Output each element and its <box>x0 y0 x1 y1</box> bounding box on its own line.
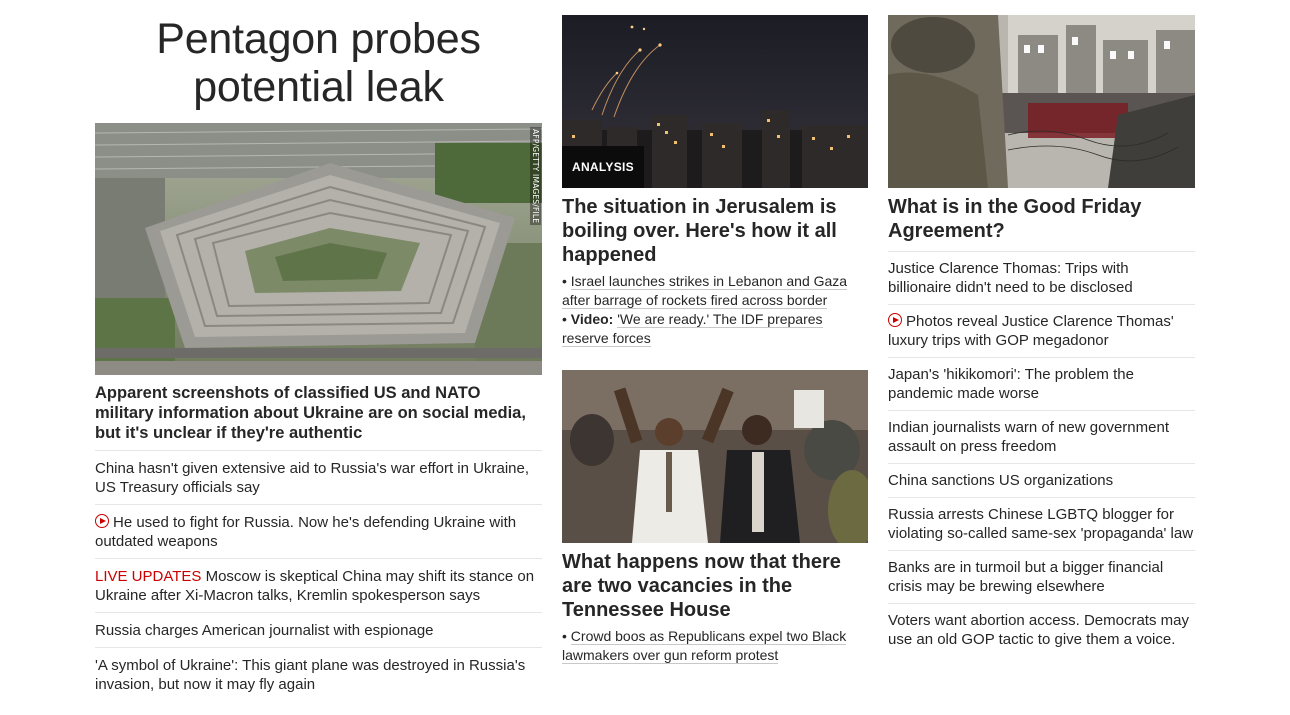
lead-headline-link[interactable]: Pentagon probes potential leak <box>95 15 542 111</box>
good-friday-image[interactable] <box>888 15 1195 188</box>
related-story[interactable]: 'A symbol of Ukraine': This giant plane … <box>95 648 542 701</box>
tennessee-card: What happens now that there are two vaca… <box>562 370 868 665</box>
story-text: Japan's 'hikikomori': The problem the pa… <box>888 366 1134 402</box>
jerusalem-headline: The situation in Jerusalem is boiling ov… <box>562 196 837 266</box>
right-story[interactable]: Japan's 'hikikomori': The problem the pa… <box>888 358 1195 411</box>
soldiers-photo <box>888 15 1195 188</box>
lead-summary: Apparent screenshots of classified US an… <box>95 384 526 442</box>
related-story[interactable]: He used to fight for Russia. Now he's de… <box>95 505 542 559</box>
lead-story-column: Pentagon probes potential leak AFP/GETTY… <box>95 15 542 701</box>
story-text: Russia charges American journalist with … <box>95 622 434 639</box>
related-story[interactable]: LIVE UPDATES Moscow is skeptical China m… <box>95 559 542 613</box>
story-text: Voters want abortion access. Democrats m… <box>888 612 1189 648</box>
right-story[interactable]: China sanctions US organizations <box>888 464 1195 498</box>
tennessee-headline: What happens now that there are two vaca… <box>562 551 841 621</box>
story-text: China hasn't given extensive aid to Russ… <box>95 460 530 496</box>
bullet-link[interactable]: • Israel launches strikes in Lebanon and… <box>562 272 868 310</box>
jerusalem-bullets: • Israel launches strikes in Lebanon and… <box>562 272 868 348</box>
pentagon-image[interactable]: AFP/GETTY IMAGES/FILE <box>95 123 542 375</box>
related-story[interactable]: Russia charges American journalist with … <box>95 613 542 648</box>
live-updates-label: LIVE UPDATES <box>95 568 202 585</box>
video-label: Video: <box>570 311 614 327</box>
related-stories-list: China hasn't given extensive aid to Russ… <box>95 450 542 701</box>
story-text: China sanctions US organizations <box>888 472 1114 489</box>
pentagon-photo <box>95 123 542 375</box>
middle-column: ANALYSIS The situation in Jerusalem is b… <box>562 15 868 665</box>
right-story[interactable]: Voters want abortion access. Democrats m… <box>888 604 1195 656</box>
bullet-text: Crowd boos as Republicans expel two Blac… <box>562 628 847 664</box>
right-story[interactable]: Indian journalists warn of new governmen… <box>888 411 1195 464</box>
lead-summary-link[interactable]: Apparent screenshots of classified US an… <box>95 383 542 443</box>
play-icon <box>888 313 902 327</box>
story-text: Photos reveal Justice Clarence Thomas' l… <box>888 313 1174 349</box>
story-text: Justice Clarence Thomas: Trips with bill… <box>888 260 1133 296</box>
right-story[interactable]: Russia arrests Chinese LGBTQ blogger for… <box>888 498 1195 551</box>
good-friday-headline: What is in the Good Friday Agreement? <box>888 196 1142 242</box>
image-credit: AFP/GETTY IMAGES/FILE <box>530 127 541 226</box>
right-column: What is in the Good Friday Agreement? Ju… <box>888 15 1195 656</box>
analysis-badge: ANALYSIS <box>562 146 644 188</box>
right-story[interactable]: Banks are in turmoil but a bigger financ… <box>888 551 1195 604</box>
story-text: Indian journalists warn of new governmen… <box>888 419 1169 455</box>
story-text: He used to fight for Russia. Now he's de… <box>95 514 517 550</box>
right-story[interactable]: Justice Clarence Thomas: Trips with bill… <box>888 252 1195 305</box>
tennessee-headline-link[interactable]: What happens now that there are two vaca… <box>562 550 868 622</box>
bullet-link[interactable]: • Crowd boos as Republicans expel two Bl… <box>562 627 868 665</box>
right-story[interactable]: Photos reveal Justice Clarence Thomas' l… <box>888 305 1195 358</box>
bullet-link[interactable]: • Video: 'We are ready.' The IDF prepare… <box>562 310 868 348</box>
lead-headline: Pentagon probes potential leak <box>156 15 481 111</box>
bullet-text: Israel launches strikes in Lebanon and G… <box>562 273 848 309</box>
play-icon <box>95 514 109 528</box>
related-story[interactable]: China hasn't given extensive aid to Russ… <box>95 451 542 505</box>
jerusalem-image[interactable]: ANALYSIS <box>562 15 868 188</box>
story-text: 'A symbol of Ukraine': This giant plane … <box>95 657 526 693</box>
right-stories-list: Justice Clarence Thomas: Trips with bill… <box>888 251 1195 656</box>
story-text: Russia arrests Chinese LGBTQ blogger for… <box>888 506 1194 542</box>
tennessee-image[interactable] <box>562 370 868 543</box>
good-friday-headline-link[interactable]: What is in the Good Friday Agreement? <box>888 195 1195 243</box>
tennessee-bullets: • Crowd boos as Republicans expel two Bl… <box>562 627 868 665</box>
jerusalem-headline-link[interactable]: The situation in Jerusalem is boiling ov… <box>562 195 868 267</box>
lawmakers-photo <box>562 370 868 543</box>
story-text: Banks are in turmoil but a bigger financ… <box>888 559 1164 595</box>
